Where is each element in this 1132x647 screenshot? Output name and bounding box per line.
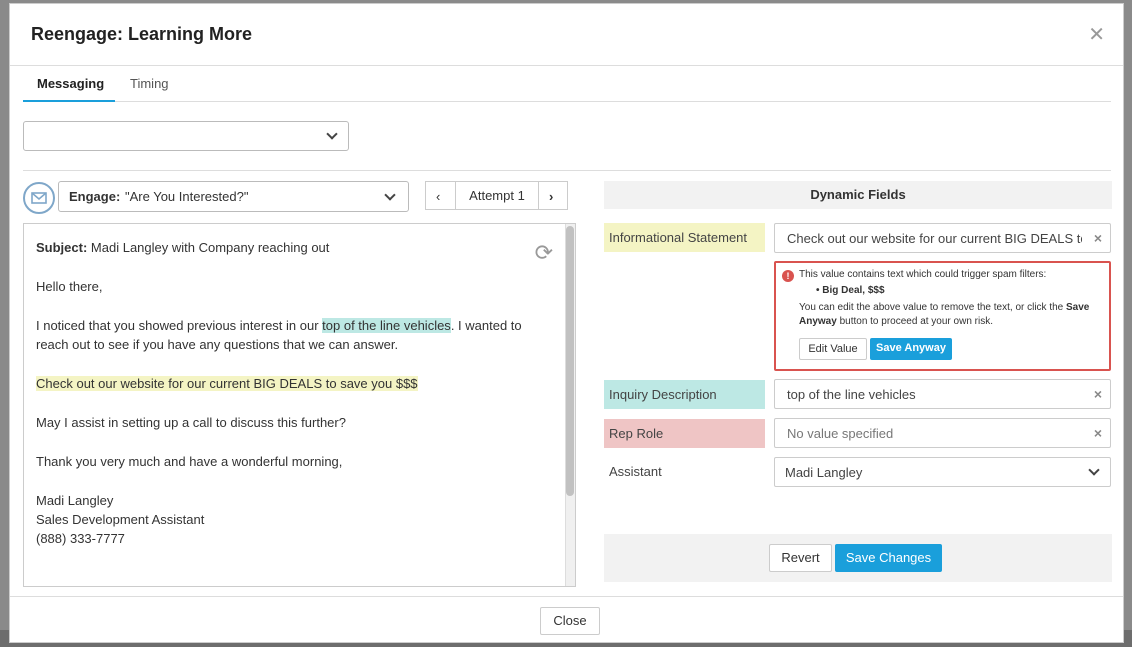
attempt-label: Attempt 1 — [455, 181, 539, 210]
informational-statement-input[interactable]: Check out our website for our current BI… — [774, 223, 1111, 253]
chevron-left-icon: ‹ — [436, 189, 441, 204]
spam-warning: ! This value contains text which could t… — [774, 261, 1111, 371]
tab-bar: Messaging Timing — [23, 66, 1111, 102]
inquiry-description-label: Inquiry Description — [604, 380, 765, 409]
save-changes-button[interactable]: Save Changes — [835, 544, 942, 572]
modal-header: Reengage: Learning More ✕ — [10, 4, 1123, 66]
scrollbar[interactable] — [565, 224, 575, 586]
assistant-value: Madi Langley — [785, 465, 863, 480]
modal-footer: Close — [10, 596, 1123, 643]
statement-highlight: Check out our website for our current BI… — [36, 376, 418, 391]
dynamic-fields-header: Dynamic Fields — [604, 181, 1112, 209]
assistant-select[interactable]: Madi Langley — [774, 457, 1111, 487]
warning-text: This value contains text which could tri… — [799, 269, 1047, 280]
email-question: May I assist in setting up a call to dis… — [36, 415, 346, 430]
save-anyway-button[interactable]: Save Anyway — [870, 338, 952, 360]
signature-phone: (888) 333-7777 — [36, 531, 125, 546]
revert-button[interactable]: Revert — [769, 544, 832, 572]
clear-icon[interactable]: × — [1094, 230, 1102, 246]
modal-dialog: Reengage: Learning More ✕ Messaging Timi… — [9, 3, 1124, 643]
close-icon[interactable]: ✕ — [1088, 22, 1105, 47]
engage-label: Engage: — [69, 189, 121, 204]
inquiry-highlight: top of the line vehicles — [322, 318, 451, 333]
rep-role-label: Rep Role — [604, 419, 765, 448]
chevron-down-icon — [1088, 464, 1100, 476]
warning-icon: ! — [782, 270, 794, 282]
template-select[interactable] — [23, 121, 349, 151]
tab-timing[interactable]: Timing — [130, 76, 169, 91]
close-button[interactable]: Close — [540, 607, 600, 635]
inquiry-description-input[interactable]: top of the line vehicles × — [774, 379, 1111, 409]
signature-name: Madi Langley — [36, 493, 114, 508]
next-attempt-button[interactable]: › — [538, 181, 568, 210]
warning-text: You can edit the above value to remove t… — [799, 302, 1090, 313]
divider — [23, 170, 1111, 171]
chevron-down-icon — [326, 128, 338, 140]
clear-icon[interactable]: × — [1094, 386, 1102, 402]
warning-text: Anyway button to proceed at your own ris… — [799, 316, 993, 327]
informational-statement-label: Informational Statement — [604, 223, 765, 252]
email-thanks: Thank you very much and have a wonderful… — [36, 454, 343, 469]
refresh-icon[interactable]: ⟳ — [535, 240, 553, 266]
engage-select[interactable]: Engage: "Are You Interested?" — [58, 181, 409, 212]
tab-messaging[interactable]: Messaging — [37, 76, 104, 91]
assistant-label: Assistant — [609, 464, 662, 479]
edit-value-button[interactable]: Edit Value — [799, 338, 867, 360]
dynamic-fields-footer: Revert Save Changes — [604, 534, 1112, 582]
signature-title: Sales Development Assistant — [36, 512, 205, 527]
modal-title: Reengage: Learning More — [31, 24, 253, 44]
chevron-down-icon — [384, 189, 396, 201]
email-line: I noticed that you showed previous inter… — [36, 318, 522, 333]
email-preview: Subject: Madi Langley with Company reach… — [23, 223, 576, 587]
inquiry-description-value: top of the line vehicles — [787, 387, 916, 402]
mail-icon — [23, 182, 55, 214]
email-line: reach out to see if you have any questio… — [36, 337, 399, 352]
prev-attempt-button[interactable]: ‹ — [425, 181, 456, 210]
email-greeting: Hello there, — [36, 279, 103, 294]
rep-role-placeholder: No value specified — [787, 426, 894, 441]
scrollbar-thumb[interactable] — [566, 226, 574, 496]
engage-value: "Are You Interested?" — [125, 189, 249, 204]
chevron-right-icon: › — [549, 189, 554, 204]
informational-statement-value: Check out our website for our current BI… — [787, 231, 1082, 246]
rep-role-input[interactable]: No value specified × — [774, 418, 1111, 448]
clear-icon[interactable]: × — [1094, 425, 1102, 441]
active-tab-indicator — [23, 100, 115, 102]
email-subject: Subject: Madi Langley with Company reach… — [36, 240, 330, 255]
warning-bullet: • Big Deal, $$$ — [816, 285, 885, 296]
